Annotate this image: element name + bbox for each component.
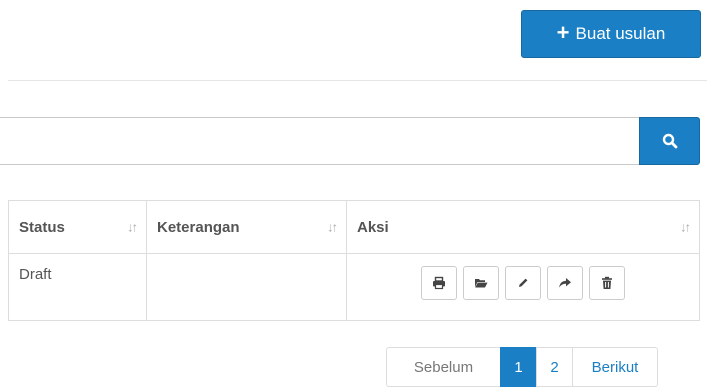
search-button[interactable] [639, 117, 700, 165]
cell-aksi [346, 253, 700, 321]
sort-icon: ↓↑ [680, 219, 691, 235]
sort-icon: ↓↑ [327, 219, 338, 235]
forward-button[interactable] [547, 266, 583, 300]
row-actions [357, 266, 689, 300]
column-header-keterangan[interactable]: Keterangan ↓↑ [146, 200, 347, 254]
column-header-aksi[interactable]: Aksi ↓↑ [346, 200, 700, 254]
divider [8, 80, 707, 81]
cell-status: Draft [8, 253, 147, 321]
data-table: Status ↓↑ Keterangan ↓↑ Aksi ↓↑ Draft [8, 200, 700, 321]
share-icon [559, 278, 571, 288]
pencil-icon [519, 278, 528, 287]
print-icon [433, 276, 445, 290]
delete-button[interactable] [589, 266, 625, 300]
search-bar [0, 117, 700, 165]
cell-keterangan [146, 253, 347, 321]
pagination-page-1[interactable]: 1 [500, 347, 537, 387]
search-icon [662, 133, 677, 149]
open-folder-button[interactable] [463, 266, 499, 300]
edit-button[interactable] [505, 266, 541, 300]
pagination: Sebelum 1 2 Berikut [386, 347, 658, 387]
plus-icon: + [556, 20, 570, 45]
pagination-prev[interactable]: Sebelum [386, 347, 501, 387]
column-header-label: Aksi [357, 218, 389, 236]
pagination-next[interactable]: Berikut [572, 347, 658, 387]
column-header-label: Keterangan [157, 218, 240, 236]
print-button[interactable] [421, 266, 457, 300]
table-row: Draft [8, 253, 700, 321]
table-header-row: Status ↓↑ Keterangan ↓↑ Aksi ↓↑ [8, 200, 700, 254]
column-header-label: Status [19, 218, 65, 236]
sort-icon: ↓↑ [127, 219, 138, 235]
pagination-page-2[interactable]: 2 [536, 347, 573, 387]
create-proposal-label: Buat usulan [575, 24, 666, 43]
folder-open-icon [475, 279, 488, 288]
search-input[interactable] [0, 117, 639, 165]
trash-icon [602, 276, 612, 289]
column-header-status[interactable]: Status ↓↑ [8, 200, 147, 254]
create-proposal-button[interactable]: + Buat usulan [521, 10, 701, 58]
